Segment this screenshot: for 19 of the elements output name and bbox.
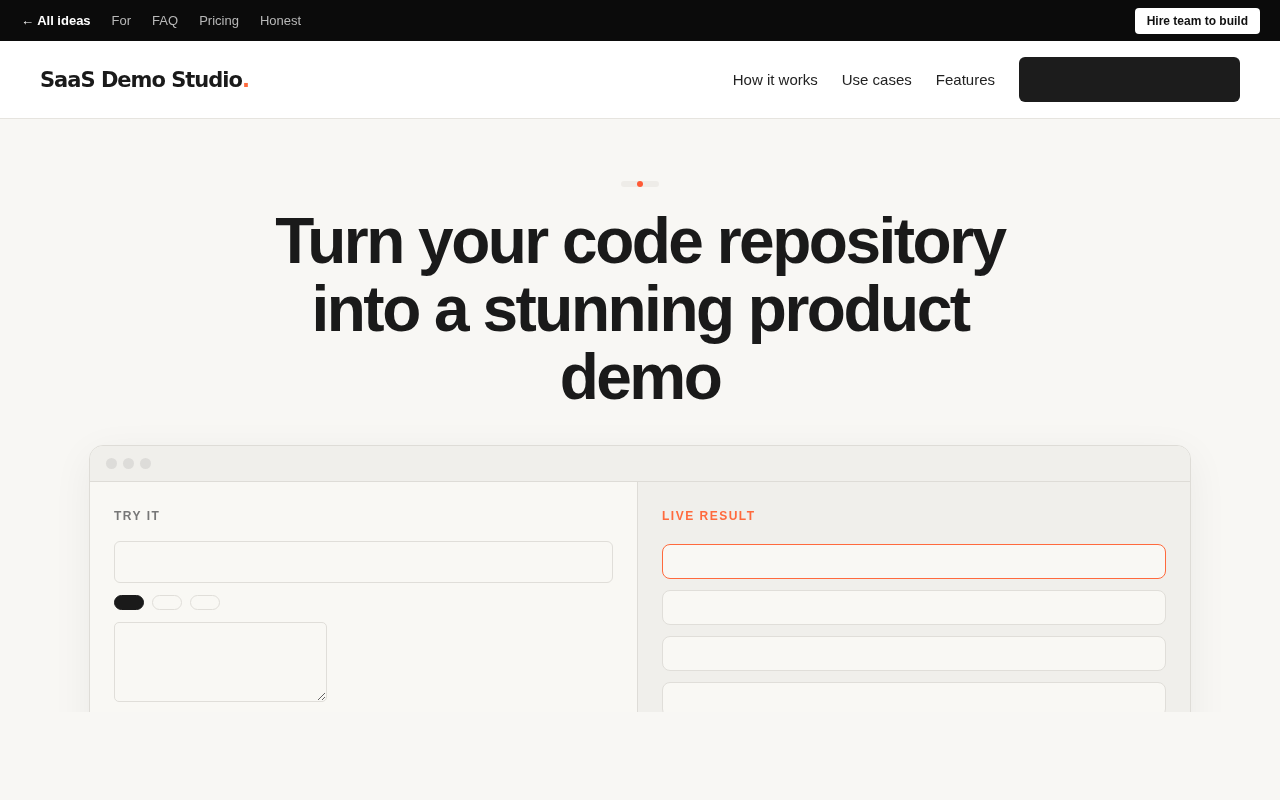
panel-label: TRY IT bbox=[114, 509, 162, 523]
input-field[interactable] bbox=[114, 541, 613, 583]
result-card[interactable] bbox=[662, 544, 1166, 579]
hire-team-button[interactable]: Hire team to build bbox=[1134, 7, 1260, 34]
panel-label: LIVE RESULT bbox=[662, 509, 757, 523]
top-nav-link[interactable]: Pricing bbox=[199, 13, 239, 28]
nav-link[interactable]: Features bbox=[935, 71, 995, 88]
header-cta-button[interactable] bbox=[1019, 57, 1240, 102]
nav-link[interactable]: How it works bbox=[732, 71, 818, 88]
dot-icon bbox=[637, 181, 643, 187]
logo[interactable]: SaaS Demo Studio. bbox=[40, 67, 249, 92]
hero-heading: Turn your code repository into a stunning product demo bbox=[274, 207, 1007, 411]
top-nav-link[interactable]: Honest bbox=[259, 13, 302, 28]
all-ideas-link[interactable]: ← All ideas bbox=[21, 13, 91, 28]
nav-link[interactable]: Use cases bbox=[841, 71, 912, 88]
top-nav-link[interactable]: FAQ bbox=[152, 13, 179, 28]
text-area[interactable] bbox=[114, 622, 327, 702]
top-nav-link[interactable]: For bbox=[111, 13, 132, 28]
option-chip[interactable] bbox=[114, 595, 144, 610]
